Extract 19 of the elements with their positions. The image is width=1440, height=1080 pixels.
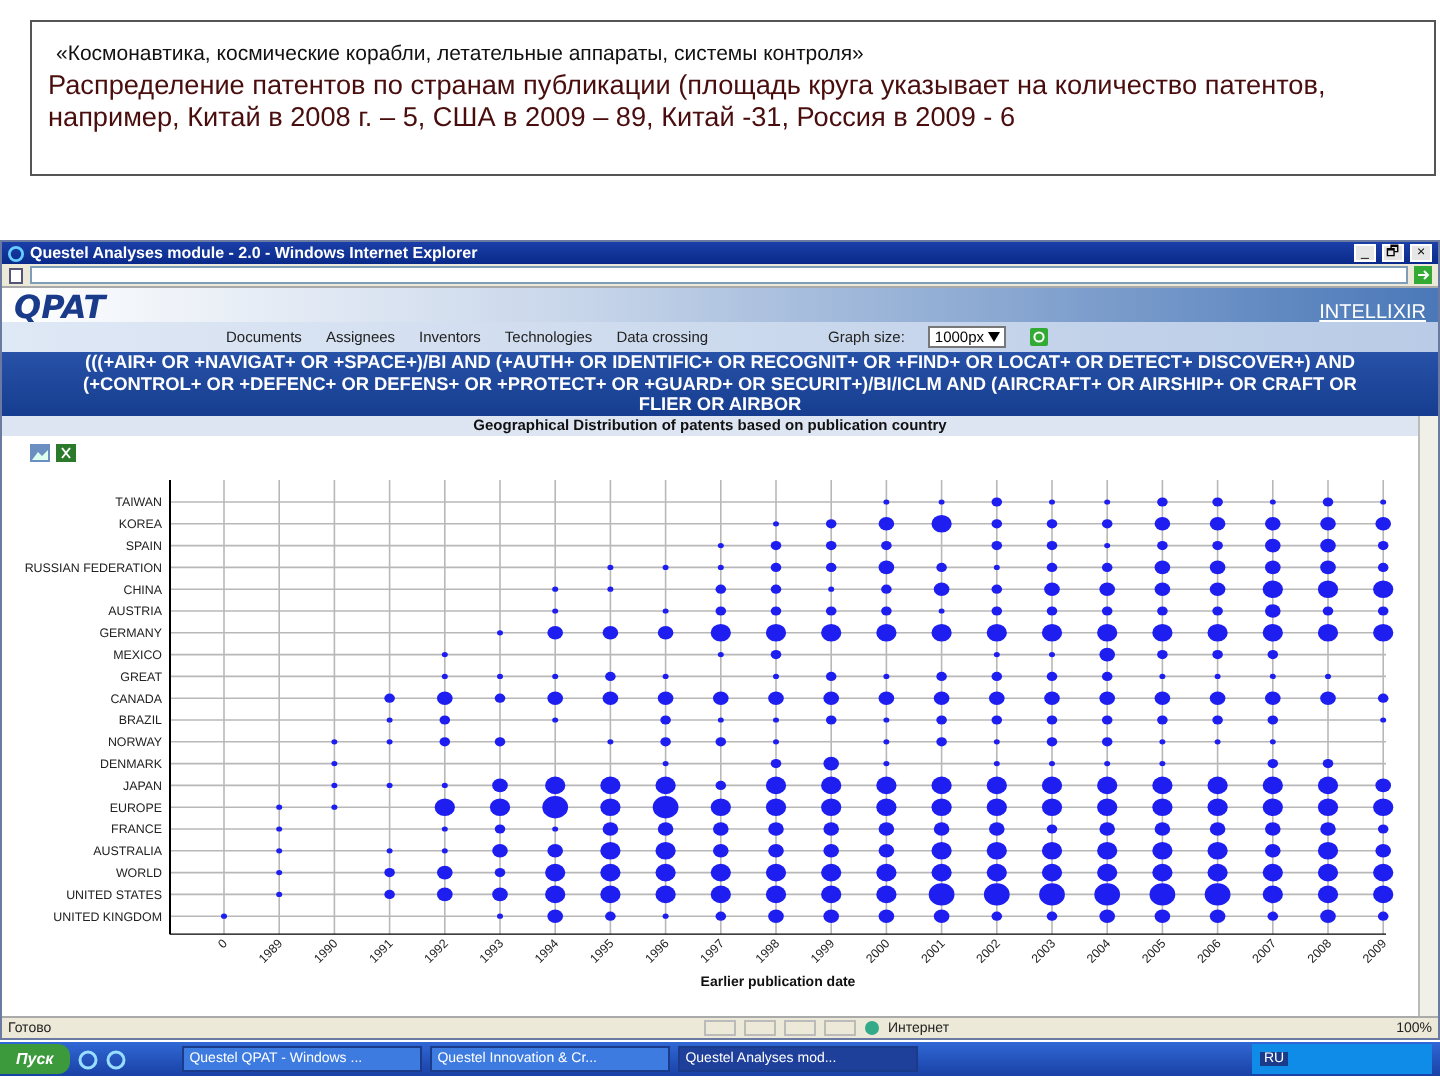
slide-subtitle: «Космонавтика, космические корабли, летательные аппараты, системы контроля» [54, 42, 866, 66]
refresh-icon[interactable] [1030, 328, 1049, 346]
status-pane [744, 1020, 776, 1036]
logo: QPAT [14, 288, 106, 326]
brand-link[interactable]: INTELLIXIR [1319, 302, 1426, 324]
slide-caption: Распределение патентов по странам публикации (площадь круга указывает на количество патентов, например, Китай в 2008 г. – 5, США в 2009 – 89, Китай -31, Россия в 2009 - 6 [48, 70, 1328, 136]
status-pane [824, 1020, 856, 1036]
status-pane [704, 1020, 736, 1036]
scrollbar[interactable] [1418, 416, 1438, 1016]
page-icon [8, 267, 24, 283]
go-icon[interactable] [1414, 266, 1432, 284]
start-button[interactable]: Пуск [0, 1044, 70, 1074]
query-banner: (((+AIR+ OR +NAVIGAT+ OR +SPACE+)/BI AND (+AUTH+ OR IDENTIFIC+ OR RECOGNIT+ OR +FIND+ OR LOCAT+ OR DETECT+ DISCOVER+) AND (+CONTROL+ OR +DEFENC+ OR DEFENS+ OR +PROTECT+ OR +GUARD+ OR SECURIT+)/BI/ICLM AND (AIRCRAFT+ OR AIRSHIP+ OR CRAFT OR FLIER OR AIRBOR [2, 352, 1438, 416]
address-field[interactable] [30, 266, 1408, 284]
spreadsheet-export-icon[interactable] [56, 444, 76, 462]
status-pane [784, 1020, 816, 1036]
image-export-icon[interactable] [30, 444, 50, 462]
window-title: Questel Analyses module - 2.0 - Windows Internet Explorer [30, 244, 480, 262]
caret-icon [988, 332, 1001, 342]
